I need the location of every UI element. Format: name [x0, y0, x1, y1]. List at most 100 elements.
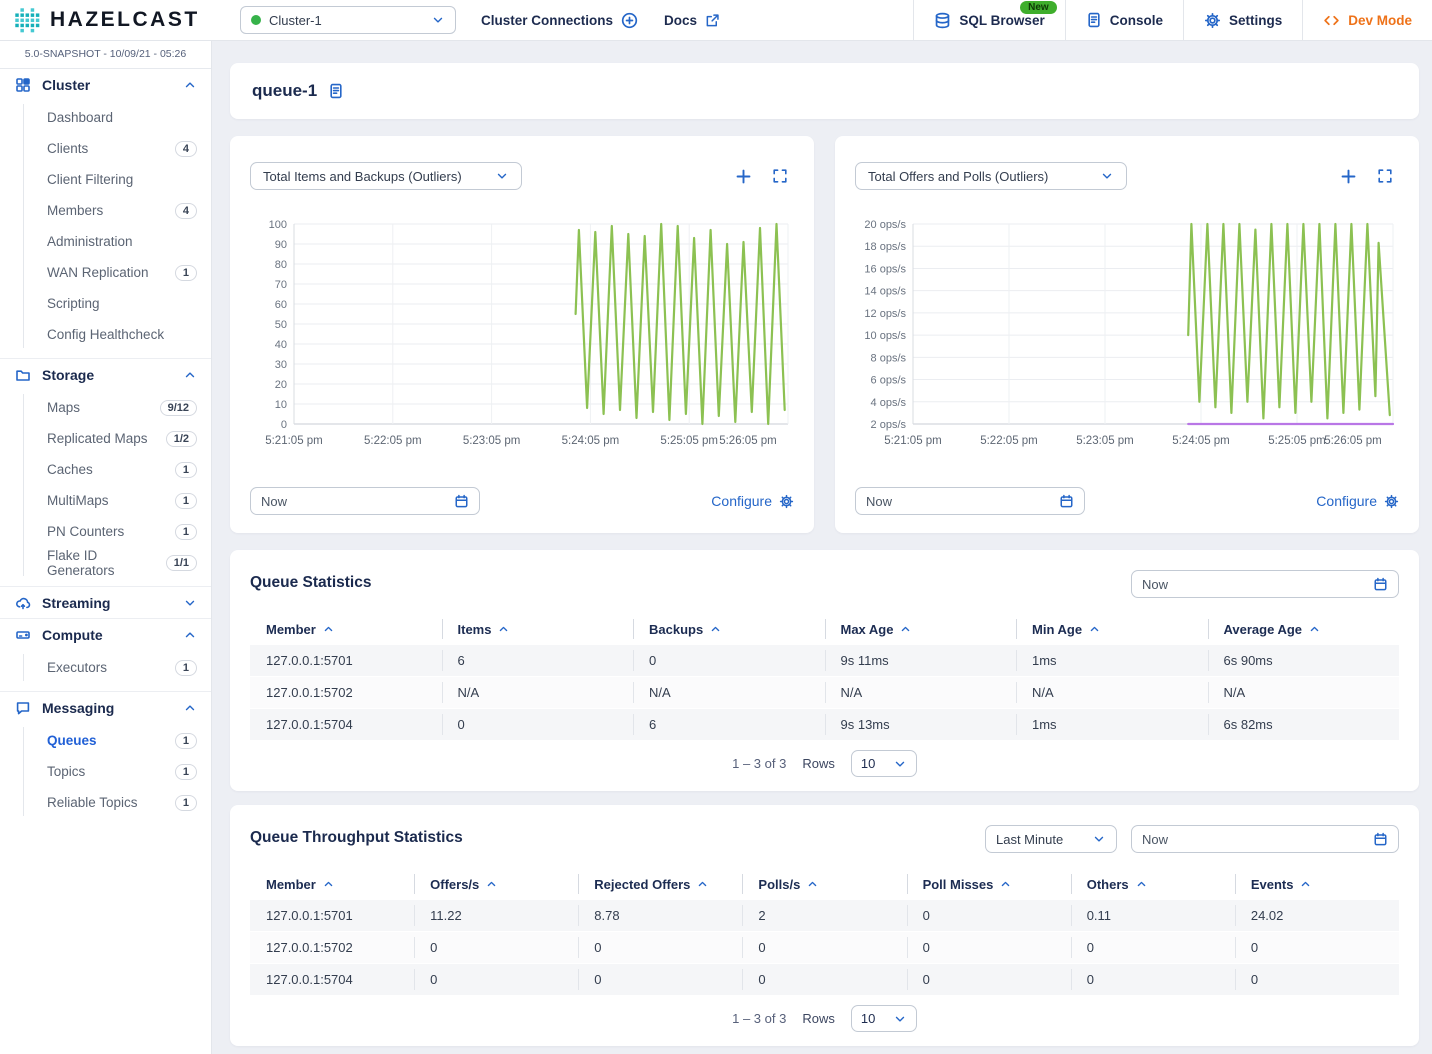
table-cell: 0: [907, 932, 1071, 963]
action-label: SQL Browser: [959, 13, 1044, 28]
cluster-select[interactable]: Cluster-1: [240, 6, 456, 34]
interval-select-value: Last Minute: [996, 832, 1063, 847]
column-header[interactable]: Poll Misses: [907, 869, 1071, 899]
table-cell: 0: [414, 932, 578, 963]
queue-statistics-table: Member Items Backups Max Age Min Age Ave…: [250, 614, 1399, 740]
table-row[interactable]: 127.0.0.1:5704000000: [250, 963, 1399, 995]
sidebar-item-dashboard[interactable]: Dashboard: [0, 102, 211, 133]
sidebar-item-scripting[interactable]: Scripting: [0, 288, 211, 319]
sidebar-item-replicated-maps[interactable]: Replicated Maps 1/2: [0, 423, 211, 454]
count-badge: 1: [175, 764, 197, 780]
table-row[interactable]: 127.0.0.1:5702000000: [250, 931, 1399, 963]
column-header[interactable]: Others: [1071, 869, 1235, 899]
table-date-input[interactable]: Now: [1131, 570, 1399, 598]
table-row[interactable]: 127.0.0.1:5704069s 13ms1ms6s 82ms: [250, 708, 1399, 740]
table-date-input[interactable]: Now: [1131, 825, 1399, 853]
table-cell: 6s 82ms: [1208, 709, 1400, 740]
sidebar-section-cluster[interactable]: Cluster: [0, 69, 211, 100]
chart-date-input[interactable]: Now: [855, 487, 1085, 515]
configure-link[interactable]: Configure: [711, 493, 794, 509]
sidebar-item-topics[interactable]: Topics 1: [0, 756, 211, 787]
topnav-docs[interactable]: Docs: [651, 13, 733, 28]
column-header[interactable]: Max Age: [825, 614, 1017, 644]
date-value: Now: [1142, 577, 1168, 592]
column-header[interactable]: Backups: [633, 614, 825, 644]
offers-polls-line-chart: 20 ops/s18 ops/s16 ops/s14 ops/s12 ops/s…: [855, 214, 1399, 457]
column-header[interactable]: Polls/s: [742, 869, 906, 899]
table-row[interactable]: 127.0.0.1:570111.228.78200.1124.02: [250, 899, 1399, 931]
sidebar-section-messaging[interactable]: Messaging: [0, 692, 211, 723]
column-header[interactable]: Average Age: [1208, 614, 1400, 644]
queue-document-icon[interactable]: [328, 83, 344, 99]
rows-per-page-select[interactable]: 10: [851, 1005, 917, 1032]
sidebar-item-reliable-topics[interactable]: Reliable Topics 1: [0, 787, 211, 818]
add-chart-icon[interactable]: [1340, 168, 1357, 185]
topnav-cluster-connections[interactable]: Cluster Connections: [468, 12, 651, 29]
sidebar-section-label: Cluster: [42, 77, 183, 93]
sidebar-section-storage[interactable]: Storage: [0, 359, 211, 390]
metric-select[interactable]: Total Offers and Polls (Outliers): [855, 162, 1127, 190]
column-header[interactable]: Member: [250, 869, 414, 899]
action-sql-browser[interactable]: New SQL Browser: [913, 0, 1064, 40]
table-cell: 0: [742, 964, 906, 995]
svg-text:5:25:05 pm: 5:25:05 pm: [660, 435, 718, 447]
sort-up-icon: [1309, 624, 1320, 635]
table-row[interactable]: 127.0.0.1:5702N/AN/AN/AN/AN/A: [250, 676, 1399, 708]
sidebar-item-label: Reliable Topics: [47, 795, 138, 810]
expand-icon[interactable]: [1377, 168, 1393, 184]
action-console[interactable]: Console: [1065, 0, 1183, 40]
add-chart-icon[interactable]: [735, 168, 752, 185]
sidebar-item-maps[interactable]: Maps 9/12: [0, 392, 211, 423]
chevron-up-icon: [183, 368, 197, 382]
hazelcast-logo[interactable]: HAZELCAST: [0, 0, 226, 40]
column-header[interactable]: Rejected Offers: [578, 869, 742, 899]
sidebar-item-config-healthcheck[interactable]: Config Healthcheck: [0, 319, 211, 350]
sidebar-item-client-filtering[interactable]: Client Filtering: [0, 164, 211, 195]
configure-link[interactable]: Configure: [1316, 493, 1399, 509]
sidebar-item-label: Queues: [47, 733, 97, 748]
column-header[interactable]: Member: [250, 614, 442, 644]
sidebar-item-clients[interactable]: Clients 4: [0, 133, 211, 164]
svg-text:80: 80: [275, 259, 287, 271]
sidebar-item-multimaps[interactable]: MultiMaps 1: [0, 485, 211, 516]
new-badge: New: [1020, 1, 1057, 14]
column-header[interactable]: Items: [442, 614, 634, 644]
chart-date-input[interactable]: Now: [250, 487, 480, 515]
sidebar-item-label: PN Counters: [47, 524, 124, 539]
sidebar-item-label: Executors: [47, 660, 107, 675]
expand-icon[interactable]: [772, 168, 788, 184]
sidebar-item-caches[interactable]: Caches 1: [0, 454, 211, 485]
sidebar-item-flake-id-generators[interactable]: Flake ID Generators 1/1: [0, 547, 211, 578]
table-cell: 0: [442, 709, 634, 740]
sidebar-item-pn-counters[interactable]: PN Counters 1: [0, 516, 211, 547]
sort-up-icon: [1000, 879, 1011, 890]
chat-icon: [15, 700, 31, 716]
chevron-up-icon: [183, 78, 197, 92]
sidebar-item-administration[interactable]: Administration: [0, 226, 211, 257]
sidebar-section-streaming[interactable]: Streaming: [0, 587, 211, 618]
sidebar-section-compute[interactable]: Compute: [0, 619, 211, 650]
table-row[interactable]: 127.0.0.1:5701609s 11ms1ms6s 90ms: [250, 644, 1399, 676]
version-label: 5.0-SNAPSHOT - 10/09/21 - 05:26: [0, 41, 211, 69]
sidebar-item-queues[interactable]: Queues 1: [0, 725, 211, 756]
sidebar-item-executors[interactable]: Executors 1: [0, 652, 211, 683]
action-label: Settings: [1229, 13, 1282, 28]
metric-select[interactable]: Total Items and Backups (Outliers): [250, 162, 522, 190]
table-cell: 0: [1235, 964, 1399, 995]
action-settings[interactable]: Settings: [1183, 0, 1302, 40]
svg-text:4 ops/s: 4 ops/s: [871, 397, 907, 409]
sidebar-item-members[interactable]: Members 4: [0, 195, 211, 226]
rows-per-page-select[interactable]: 10: [851, 750, 917, 777]
column-header[interactable]: Events: [1235, 869, 1399, 899]
table-cell: 0: [907, 964, 1071, 995]
column-header[interactable]: Offers/s: [414, 869, 578, 899]
rows-label: Rows: [802, 1011, 835, 1026]
sidebar-item-wan-replication[interactable]: WAN Replication 1: [0, 257, 211, 288]
table-cell: 0: [1235, 932, 1399, 963]
action-dev-mode[interactable]: Dev Mode: [1302, 0, 1432, 40]
interval-select[interactable]: Last Minute: [985, 825, 1117, 853]
column-header[interactable]: Min Age: [1016, 614, 1208, 644]
sidebar-item-label: Caches: [47, 462, 93, 477]
svg-text:18 ops/s: 18 ops/s: [864, 241, 906, 253]
table-header-row: Member Offers/s Rejected Offers Polls/s …: [250, 869, 1399, 899]
